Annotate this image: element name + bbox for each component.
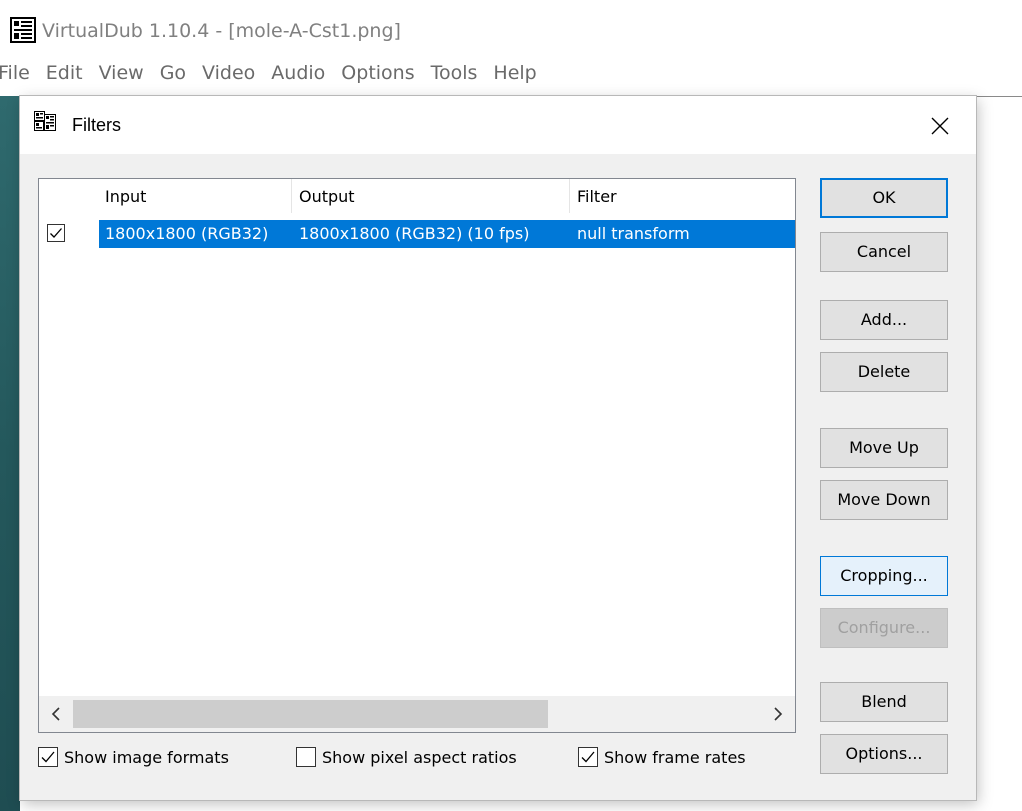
column-header-input[interactable]: Input [105,179,146,213]
row-output-cell: 1800x1800 (RGB32) (10 fps) [299,224,530,243]
main-client-border [975,96,1022,97]
delete-button[interactable]: Delete [820,352,948,392]
virtualdub-film-icon [10,17,36,43]
menu-tools[interactable]: Tools [423,62,486,84]
scroll-thumb[interactable] [73,700,548,728]
move-down-button[interactable]: Move Down [820,480,948,520]
show-frame-rates-option[interactable]: Show frame rates [578,742,746,772]
ok-button[interactable]: OK [820,178,948,218]
scroll-left-button[interactable] [39,696,73,732]
filter-row[interactable]: 1800x1800 (RGB32) 1800x1800 (RGB32) (10 … [39,220,795,248]
close-button[interactable] [924,110,956,142]
checkmark-icon [41,751,55,763]
checkmark-icon [50,228,62,238]
menu-file[interactable]: File [0,62,38,84]
menu-help[interactable]: Help [485,62,544,84]
configure-button[interactable]: Configure... [820,608,948,648]
row-input-cell: 1800x1800 (RGB32) [105,224,269,243]
show-pixel-aspect-ratios-checkbox[interactable] [296,747,316,767]
column-divider[interactable] [291,179,292,213]
filter-list[interactable]: Input Output Filter 1800x1800 (RGB32) 18… [38,178,796,733]
menu-audio[interactable]: Audio [263,62,333,84]
desktop-background [0,96,20,811]
chevron-right-icon [774,707,783,721]
options-button[interactable]: Options... [820,734,948,774]
add-button[interactable]: Add... [820,300,948,340]
filters-dialog: Filters Input Output Filter 1800x1800 (R… [20,96,976,800]
column-divider[interactable] [569,179,570,213]
menu-bar: File Edit View Go Video Audio Options To… [0,56,1022,90]
show-pixel-aspect-ratios-option[interactable]: Show pixel aspect ratios [296,742,517,772]
horizontal-scrollbar[interactable] [39,696,795,732]
show-frame-rates-label: Show frame rates [604,747,746,767]
column-header-filter[interactable]: Filter [577,179,617,213]
dialog-title: Filters [72,115,121,135]
move-up-button[interactable]: Move Up [820,428,948,468]
menu-options[interactable]: Options [333,62,422,84]
menu-edit[interactable]: Edit [38,62,91,84]
show-image-formats-option[interactable]: Show image formats [38,742,229,772]
filter-enabled-checkbox[interactable] [47,224,65,242]
show-pixel-aspect-ratios-label: Show pixel aspect ratios [322,747,517,767]
close-icon [931,117,949,135]
filter-list-header: Input Output Filter [39,179,795,213]
blend-button[interactable]: Blend [820,682,948,722]
show-frame-rates-checkbox[interactable] [578,747,598,767]
menu-go[interactable]: Go [152,62,194,84]
menu-video[interactable]: Video [194,62,263,84]
menu-view[interactable]: View [91,62,152,84]
cancel-button[interactable]: Cancel [820,232,948,272]
main-title-bar: VirtualDub 1.10.4 - [mole-A-Cst1.png] [0,0,1022,54]
dialog-title-bar[interactable]: Filters [20,96,976,154]
app-title: VirtualDub 1.10.4 - [mole-A-Cst1.png] [42,20,401,42]
cropping-button[interactable]: Cropping... [820,556,948,596]
filters-film-icon [34,111,56,131]
checkmark-icon [581,751,595,763]
show-image-formats-label: Show image formats [64,747,229,767]
chevron-left-icon [51,707,60,721]
show-image-formats-checkbox[interactable] [38,747,58,767]
column-header-output[interactable]: Output [299,179,355,213]
row-filter-cell: null transform [577,224,690,243]
scroll-right-button[interactable] [761,696,795,732]
